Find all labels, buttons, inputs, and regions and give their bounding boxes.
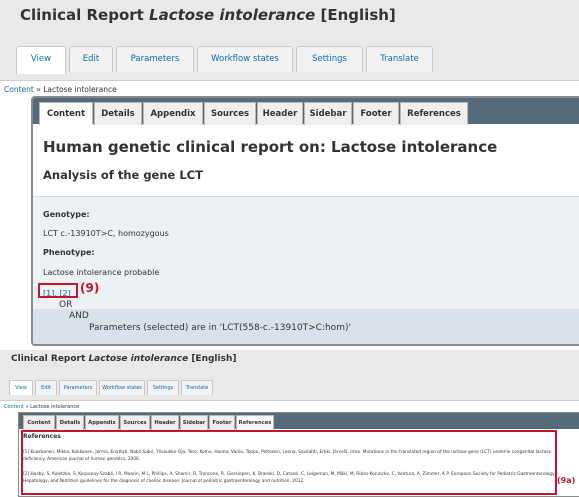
bottom-tab-view[interactable]: View bbox=[9, 380, 33, 395]
annotation-9a: (9a) bbox=[557, 476, 576, 485]
bottom-tab-parameters[interactable]: Parameters bbox=[59, 380, 97, 395]
bottom-tab-workflow-states[interactable]: Workflow states bbox=[99, 380, 145, 395]
tab-settings[interactable]: Settings bbox=[296, 46, 363, 72]
bottom-subtab-appendix[interactable]: Appendix bbox=[85, 415, 119, 430]
refs-highlight-box bbox=[38, 283, 78, 298]
page-title: Clinical Report Lactose intolerance [Eng… bbox=[20, 6, 396, 24]
subtab-sidebar[interactable]: Sidebar bbox=[304, 102, 352, 125]
page-title-suffix: [English] bbox=[315, 6, 396, 24]
main-tabs: View Edit Parameters Workflow states Set… bbox=[16, 46, 436, 74]
breadcrumb-separator: » bbox=[33, 85, 44, 94]
tab-translate[interactable]: Translate bbox=[366, 46, 433, 72]
report-heading: Human genetic clinical report on: Lactos… bbox=[43, 138, 498, 156]
bottom-breadcrumb: Content » Lactose intolerance bbox=[4, 404, 79, 410]
phenotype-value: Lactose intolerance probable bbox=[43, 268, 160, 277]
tab-view[interactable]: View bbox=[16, 46, 66, 74]
subtab-sources[interactable]: Sources bbox=[204, 102, 256, 125]
tab-workflow-states[interactable]: Workflow states bbox=[197, 46, 293, 72]
bottom-title-italic: Lactose intolerance bbox=[88, 354, 189, 364]
gene-subheading: Analysis of the gene LCT bbox=[43, 168, 203, 182]
tab-edit[interactable]: Edit bbox=[69, 46, 113, 72]
bottom-subtab-sidebar[interactable]: Sidebar bbox=[180, 415, 208, 430]
content-panel: Content Details Appendix Sources Header … bbox=[31, 96, 579, 346]
sub-tabs: Content Details Appendix Sources Header … bbox=[39, 102, 469, 125]
subtab-references[interactable]: References bbox=[400, 102, 468, 125]
logic-and: AND bbox=[69, 311, 89, 321]
genotype-label: Genotype: bbox=[43, 210, 90, 219]
bottom-subtab-content[interactable]: Content bbox=[23, 415, 55, 430]
bottom-title-prefix: Clinical Report bbox=[11, 354, 89, 364]
bottom-page-title: Clinical Report Lactose intolerance [Eng… bbox=[11, 354, 236, 364]
breadcrumb-current: Lactose intolerance bbox=[43, 85, 117, 94]
subtab-footer[interactable]: Footer bbox=[353, 102, 399, 125]
logic-parameters: Parameters (selected) are in 'LCT(558-c.… bbox=[89, 323, 351, 333]
bottom-tab-edit[interactable]: Edit bbox=[35, 380, 57, 395]
bottom-subtab-sources[interactable]: Sources bbox=[120, 415, 150, 430]
page-title-prefix: Clinical Report bbox=[20, 6, 150, 24]
bottom-title-suffix: [English] bbox=[188, 354, 237, 364]
breadcrumb: Content » Lactose intolerance bbox=[4, 85, 117, 94]
bottom-breadcrumb-link-content[interactable]: Content bbox=[4, 404, 24, 410]
breadcrumb-link-content[interactable]: Content bbox=[4, 85, 34, 94]
bottom-subtab-header[interactable]: Header bbox=[151, 415, 179, 430]
tab-parameters[interactable]: Parameters bbox=[116, 46, 194, 72]
bottom-breadcrumb-current: Lactose intolerance bbox=[30, 404, 80, 410]
bottom-main-tabs: View Edit Parameters Workflow states Set… bbox=[9, 380, 215, 395]
bottom-tab-settings[interactable]: Settings bbox=[147, 380, 179, 395]
bottom-subtab-details[interactable]: Details bbox=[56, 415, 84, 430]
subtab-details[interactable]: Details bbox=[94, 102, 142, 125]
phenotype-label: Phenotype: bbox=[43, 248, 95, 257]
references-highlight-box bbox=[21, 430, 557, 495]
bottom-tab-translate[interactable]: Translate bbox=[181, 380, 213, 395]
bottom-subtab-references[interactable]: References bbox=[236, 415, 274, 430]
genotype-value: LCT c.-13910T>C, homozygous bbox=[43, 229, 169, 238]
annotation-9: (9) bbox=[80, 281, 100, 295]
subtab-appendix[interactable]: Appendix bbox=[143, 102, 203, 125]
page-title-italic: Lactose intolerance bbox=[149, 6, 316, 24]
subtab-content[interactable]: Content bbox=[39, 102, 93, 125]
subtab-header[interactable]: Header bbox=[257, 102, 303, 125]
logic-or: OR bbox=[59, 300, 73, 310]
bottom-subtab-footer[interactable]: Footer bbox=[209, 415, 235, 430]
bottom-sub-tabs: Content Details Appendix Sources Header … bbox=[23, 415, 275, 430]
